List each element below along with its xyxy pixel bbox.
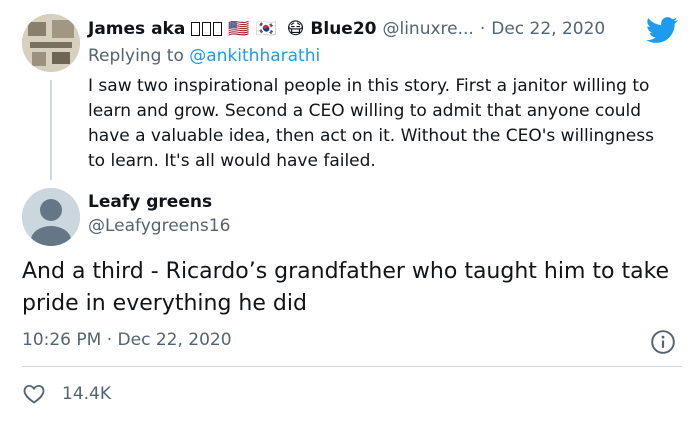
reply-body-text: I saw two inspirational people in this s… <box>88 76 654 171</box>
main-author-handle[interactable]: @Leafygreens16 <box>88 216 230 236</box>
like-count: 14.4K <box>62 384 111 404</box>
info-icon[interactable] <box>650 329 676 355</box>
tweet-divider <box>22 366 682 367</box>
like-action[interactable]: 14.4K <box>22 381 111 407</box>
reply-header: James aka 🇺🇸 🇰🇷 😷 Blue20 @linuxre... · D… <box>88 14 605 44</box>
kr-flag-emoji: 🇰🇷 <box>255 19 277 39</box>
main-tweet-text: And a third - Ricardo’s grandfather who … <box>22 259 670 316</box>
thread-connector <box>50 80 52 180</box>
missing-glyph-icons <box>191 22 223 36</box>
reply-author-name[interactable]: James aka <box>88 19 185 39</box>
tweet-timestamp[interactable]: 10:26 PM · Dec 22, 2020 <box>22 330 232 350</box>
replying-to-prefix: Replying to <box>88 46 190 66</box>
reply-separator: · <box>479 19 486 39</box>
twitter-bird-icon[interactable] <box>646 14 678 46</box>
main-avatar[interactable] <box>22 188 80 246</box>
us-flag-emoji: 🇺🇸 <box>228 19 250 39</box>
reply-author-name-suffix[interactable]: Blue20 <box>310 19 376 39</box>
tweet-timestamp-separator: · <box>106 330 113 350</box>
main-author-name[interactable]: Leafy greens <box>88 192 212 212</box>
reply-date[interactable]: Dec 22, 2020 <box>491 19 605 39</box>
mask-emoji: 😷 <box>286 19 305 39</box>
reply-author-handle[interactable]: @linuxre... <box>382 19 473 39</box>
replying-to-line: Replying to @ankithharathi <box>88 46 320 66</box>
reply-avatar[interactable] <box>22 14 80 72</box>
replying-to-handle-link[interactable]: @ankithharathi <box>189 46 320 66</box>
tweet-date[interactable]: Dec 22, 2020 <box>118 330 232 350</box>
heart-icon[interactable] <box>22 382 46 406</box>
tweet-time[interactable]: 10:26 PM <box>22 330 101 350</box>
